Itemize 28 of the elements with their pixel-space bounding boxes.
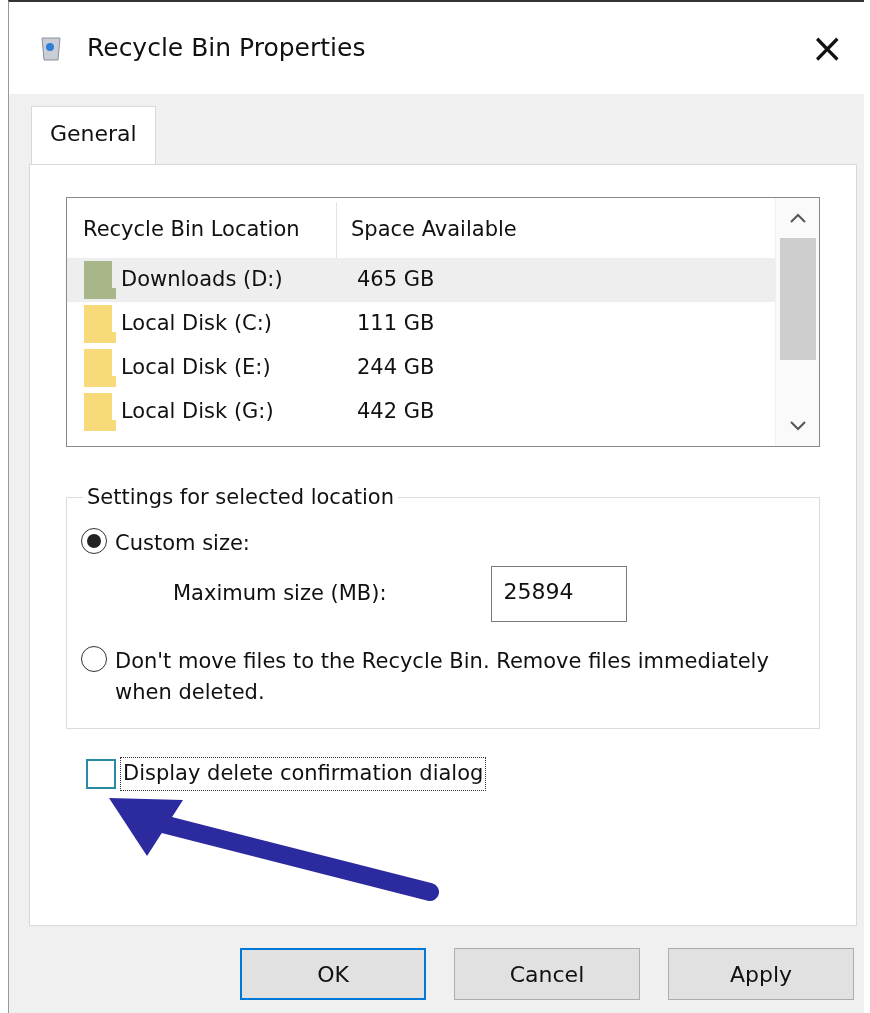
recycle-bin-icon [39, 34, 63, 63]
dialog-button[interactable]: Cancel [454, 948, 640, 1000]
scrollbar[interactable] [775, 198, 819, 446]
list-row[interactable]: Local Disk (E:) 244 GB [67, 346, 775, 390]
space-value: 442 GB [357, 398, 435, 426]
scrollbar-thumb[interactable] [779, 238, 816, 360]
close-button[interactable]: × [804, 28, 850, 68]
checkbox[interactable] [86, 758, 116, 789]
space-value: 111 GB [357, 310, 435, 338]
radio-label: Don't move files to the Recycle Bin. Remove files immediately when deleted. [115, 647, 770, 706]
dialog-button[interactable]: OK [240, 948, 426, 1000]
drive-name: Downloads (D:) [121, 266, 284, 294]
drive-name: Local Disk (G:) [121, 398, 275, 426]
field-label: Maximum size (MB): [173, 579, 387, 607]
drive-name: Local Disk (C:) [121, 310, 273, 338]
list-row[interactable]: Local Disk (G:) 442 GB [67, 390, 775, 434]
dialog-button[interactable]: Apply [668, 948, 854, 1000]
size-field[interactable]: 25894 [490, 565, 627, 622]
space-value: 465 GB [357, 266, 435, 294]
list-row[interactable]: Local Disk (C:) 111 GB [67, 302, 775, 346]
drive-name: Local Disk (E:) [121, 354, 272, 382]
space-value: 244 GB [357, 354, 435, 382]
radio-label: Custom size: [115, 530, 250, 557]
selected-list-row[interactable]: Downloads (D:) 465 GB [67, 258, 775, 302]
checkbox-label: Display delete confirmation dialog [120, 757, 487, 791]
column-header[interactable]: Space Available [337, 214, 517, 246]
tab[interactable]: General [31, 106, 156, 164]
window-title: Recycle Bin Properties [87, 32, 367, 65]
